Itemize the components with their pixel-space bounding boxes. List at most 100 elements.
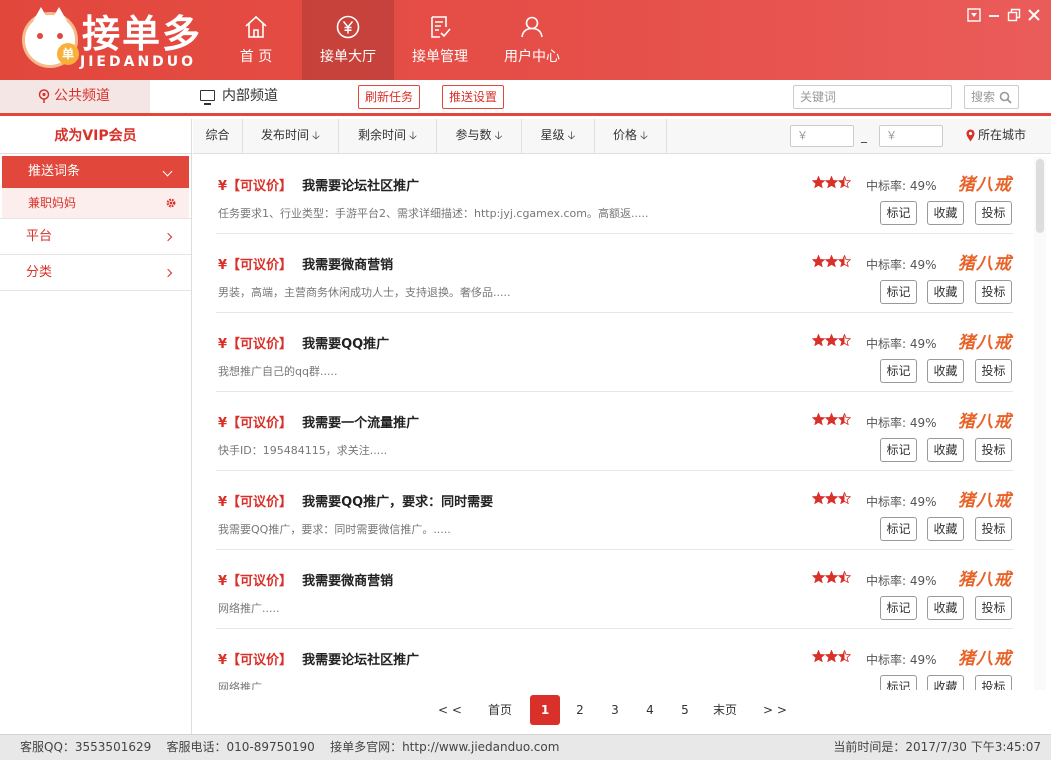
filter-overall[interactable]: 综合 [193, 119, 243, 154]
filter-remaining-time[interactable]: 剩余时间 🡣 [339, 119, 437, 154]
price-max-input[interactable]: ￥ [879, 125, 943, 147]
restore-icon[interactable] [1007, 8, 1021, 22]
push-settings-button[interactable]: 推送设置 [442, 85, 505, 109]
search-icon [999, 91, 1012, 104]
gear-icon[interactable] [165, 197, 177, 209]
filter-price[interactable]: 价格 🡣 [595, 119, 667, 154]
bid-button[interactable]: 投标 [975, 201, 1012, 225]
favorite-button[interactable]: 收藏 [927, 517, 964, 541]
task-row[interactable]: ¥【可议价】 我需要论坛社区推广 任务要求1、行业类型：手游平台2、需求详细描述：h… [216, 155, 1013, 234]
star-full-icon [811, 175, 826, 189]
page-button-1[interactable]: 1 [530, 695, 560, 725]
task-title-line[interactable]: ¥【可议价】 我需要一个流量推广 [218, 412, 419, 431]
win-rate: 中标率: 49% [866, 574, 937, 588]
nav-order-hall[interactable]: 接单大厅 [302, 0, 394, 80]
nav-user-center[interactable]: 用户中心 [486, 0, 578, 80]
mark-button[interactable]: 标记 [880, 675, 917, 690]
task-yen: ¥ [218, 495, 228, 510]
task-row[interactable]: ¥【可议价】 我需要论坛社区推广 网络推广 中标率: 49% 猪八戒 标记 收藏 投标 [216, 629, 1013, 690]
mark-button[interactable]: 标记 [880, 201, 917, 225]
next-page-button[interactable]: > > [755, 695, 795, 725]
nav-order-manage[interactable]: 接单管理 [394, 0, 486, 80]
mark-button[interactable]: 标记 [880, 280, 917, 304]
task-row[interactable]: ¥【可议价】 我需要微商营销 男装，高端，主营商务休闲成功人士，支持退换。奢侈品..… [216, 234, 1013, 313]
partner-logo: 猪八戒 [958, 333, 1012, 353]
broadcast-icon [38, 89, 50, 103]
favorite-button[interactable]: 收藏 [927, 280, 964, 304]
app-logo[interactable]: 单 接单多 JIEDANDUO [22, 7, 200, 72]
nav-order-manage-label: 接单管理 [412, 49, 468, 65]
search-input[interactable]: 关键词 [793, 85, 952, 109]
search-button[interactable]: 搜索 [964, 85, 1019, 109]
star-full-icon [811, 649, 826, 663]
star-half-icon [837, 175, 852, 189]
bid-button[interactable]: 投标 [975, 280, 1012, 304]
sidebar-item-platform[interactable]: 平台 [0, 219, 191, 255]
last-page-button[interactable]: 末页 [705, 695, 745, 725]
task-title-line[interactable]: ¥【可议价】 我需要微商营销 [218, 254, 393, 273]
task-title-line[interactable]: ¥【可议价】 我需要QQ推广，要求：同时需要 [218, 491, 493, 510]
favorite-button[interactable]: 收藏 [927, 359, 964, 383]
favorite-button[interactable]: 收藏 [927, 201, 964, 225]
task-title-line[interactable]: ¥【可议价】 我需要论坛社区推广 [218, 175, 419, 194]
city-filter-label: 所在城市 [978, 128, 1027, 142]
page-button-4[interactable]: 4 [640, 695, 660, 725]
task-title-line[interactable]: ¥【可议价】 我需要论坛社区推广 [218, 649, 419, 668]
bid-button[interactable]: 投标 [975, 438, 1012, 462]
price-min-input[interactable]: ￥ [790, 125, 854, 147]
task-title-line[interactable]: ¥【可议价】 我需要微商营销 [218, 570, 393, 589]
filter-stars[interactable]: 星级 🡣 [522, 119, 595, 154]
task-row[interactable]: ¥【可议价】 我需要微商营销 网络推广..... 中标率: 49% 猪八戒 标记 收藏 投标 [216, 550, 1013, 629]
bid-button[interactable]: 投标 [975, 359, 1012, 383]
task-yen: ¥ [218, 337, 228, 352]
task-title-line[interactable]: ¥【可议价】 我需要QQ推广 [218, 333, 389, 352]
contact-info: 客服QQ：3553501629 客服电话：010-89750190 接单多官网：… [20, 740, 560, 754]
mark-button[interactable]: 标记 [880, 517, 917, 541]
sidebar-section-push-terms[interactable]: 推送词条 [2, 156, 189, 188]
favorite-button[interactable]: 收藏 [927, 438, 964, 462]
task-title: 我需要论坛社区推广 [302, 179, 420, 194]
scrollbar-thumb[interactable] [1036, 159, 1044, 233]
filter-participants[interactable]: 参与数 🡣 [437, 119, 522, 154]
filter-publish-time[interactable]: 发布时间 🡣 [243, 119, 339, 154]
favorite-button[interactable]: 收藏 [927, 596, 964, 620]
current-time: 当前时间是：2017/7/30 下午3:45:07 [833, 740, 1041, 754]
sidebar-item-category[interactable]: 分类 [0, 255, 191, 291]
mark-button[interactable]: 标记 [880, 438, 917, 462]
page-button-5[interactable]: 5 [675, 695, 695, 725]
first-page-button[interactable]: 首页 [480, 695, 520, 725]
page-button-2[interactable]: 2 [570, 695, 590, 725]
bid-button[interactable]: 投标 [975, 517, 1012, 541]
become-vip-link[interactable]: 成为VIP会员 [0, 119, 191, 154]
task-description: 快手ID：195484115，求关注..... [218, 444, 388, 457]
bid-button[interactable]: 投标 [975, 596, 1012, 620]
scrollbar[interactable] [1034, 157, 1046, 690]
star-rating [811, 254, 852, 271]
task-yen: ¥ [218, 416, 228, 431]
sort-down-icon: 🡣 [640, 129, 648, 142]
refresh-tasks-button[interactable]: 刷新任务 [358, 85, 421, 109]
page-button-3[interactable]: 3 [605, 695, 625, 725]
task-description: 网络推广 [218, 681, 262, 690]
minimize-icon[interactable] [987, 8, 1001, 22]
task-row[interactable]: ¥【可议价】 我需要一个流量推广 快手ID：195484115，求关注..... 中标… [216, 392, 1013, 471]
favorite-button[interactable]: 收藏 [927, 675, 964, 690]
task-title: 我需要一个流量推广 [302, 416, 420, 431]
tab-public-channel[interactable]: 公共频道 [0, 80, 150, 113]
task-row[interactable]: ¥【可议价】 我需要QQ推广 我想推广自己的qq群..... 中标率: 49% 猪八戒标… [216, 313, 1013, 392]
task-row[interactable]: ¥【可议价】 我需要QQ推广，要求：同时需要 我需要QQ推广，要求：同时需要微信推广… [216, 471, 1013, 550]
city-filter[interactable]: 所在城市 [966, 119, 1026, 154]
close-icon[interactable] [1027, 8, 1041, 22]
filter-label: 发布时间 [261, 128, 310, 142]
mark-button[interactable]: 标记 [880, 596, 917, 620]
bid-button[interactable]: 投标 [975, 675, 1012, 690]
dropdown-menu-icon[interactable] [967, 8, 981, 22]
filter-label: 剩余时间 [358, 128, 407, 142]
nav-user-center-label: 用户中心 [504, 49, 560, 65]
star-rating [811, 333, 852, 350]
nav-home[interactable]: 首 页 [210, 0, 302, 80]
sidebar-subitem[interactable]: 兼职妈妈 [2, 188, 189, 218]
mark-button[interactable]: 标记 [880, 359, 917, 383]
tab-private-channel[interactable]: 内部频道 [200, 80, 278, 113]
prev-page-button[interactable]: < < [430, 695, 470, 725]
